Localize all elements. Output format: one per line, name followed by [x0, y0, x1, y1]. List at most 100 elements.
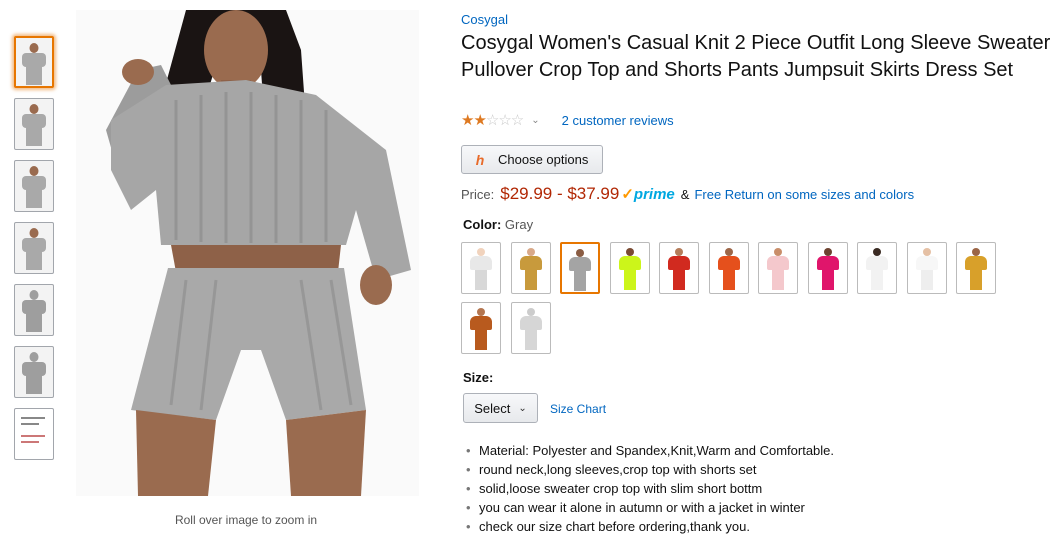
size-select-value: Select: [474, 400, 511, 416]
size-select[interactable]: Select ⌄: [463, 393, 538, 423]
swatch-figure-bottom: [475, 270, 487, 290]
ampersand: &: [680, 187, 690, 202]
feature-bullet: check our size chart before ordering,tha…: [466, 517, 1039, 535]
thumbnail-size-chart-doc[interactable]: [14, 408, 54, 460]
swatch-figure-head: [972, 248, 980, 256]
swatch-figure-top: [915, 256, 938, 270]
swatch-figure-top: [470, 256, 492, 270]
doc-line: [21, 423, 39, 425]
filled-stars: ★★: [461, 112, 487, 129]
swatch-figure-bottom: [623, 270, 636, 290]
swatch-figure-head: [625, 248, 634, 256]
color-swatch[interactable]: [906, 242, 947, 294]
color-label-text: Color:: [463, 217, 502, 232]
color-swatch[interactable]: [510, 302, 551, 354]
thumb-figure-head: [29, 166, 39, 176]
feature-bullet: solid,loose sweater crop top with slim s…: [466, 479, 1039, 498]
thumb-figure-bottom: [26, 314, 42, 332]
price-label: Price:: [461, 187, 495, 202]
doc-line: [21, 417, 45, 419]
thumb-figure-head: [29, 352, 39, 362]
color-swatch[interactable]: [560, 242, 600, 294]
honey-h-icon: h: [475, 151, 485, 168]
doc-line: [21, 441, 39, 443]
thumb-figure-bottom: [26, 67, 42, 85]
swatch-figure-top: [717, 256, 740, 270]
swatch-figure-bottom: [524, 270, 537, 290]
swatch-figure-top: [618, 256, 641, 270]
swatch-figure-head: [526, 308, 535, 316]
color-swatch[interactable]: [708, 242, 749, 294]
prime-text: prime: [633, 186, 675, 203]
color-swatch[interactable]: [659, 242, 699, 294]
thumb-figure-bottom: [26, 376, 42, 394]
star-rating-icon[interactable]: ★★☆☆☆: [461, 111, 524, 129]
thumbnail-model-full[interactable]: [14, 222, 54, 274]
swatch-figure-bottom: [772, 270, 784, 290]
swatch-figure-head: [873, 248, 881, 256]
color-swatch[interactable]: [956, 242, 996, 294]
price-value: $29.99 - $37.99: [500, 184, 620, 203]
thumbnail-flat-top[interactable]: [14, 284, 54, 336]
swatch-figure-top: [668, 256, 690, 270]
swatch-figure-bottom: [871, 270, 883, 290]
price-row: Price: $29.99 - $37.99 ✓prime & Free Ret…: [461, 184, 914, 206]
thumbnail-model-pose[interactable]: [14, 160, 54, 212]
main-product-image[interactable]: [76, 10, 419, 496]
swatch-figure-top: [470, 316, 492, 330]
prime-check-icon: ✓: [621, 186, 634, 203]
color-swatch[interactable]: [461, 302, 501, 354]
selected-color: Gray: [504, 217, 534, 232]
color-label: Color: Gray: [463, 217, 533, 232]
swatch-figure-head: [922, 248, 931, 256]
zoom-hint: Roll over image to zoom in: [174, 513, 318, 527]
color-swatch[interactable]: [857, 242, 897, 294]
product-title: Cosygal Women's Casual Knit 2 Piece Outf…: [461, 32, 1051, 81]
thumb-figure-top: [22, 300, 46, 314]
swatch-figure-bottom: [574, 271, 586, 291]
choose-options-label: Choose options: [498, 152, 589, 167]
swatch-figure-head: [477, 308, 485, 316]
swatch-figure-head: [477, 248, 485, 256]
swatch-figure-bottom: [821, 270, 834, 290]
model-illustration: [106, 10, 411, 496]
feature-bullet: Material: Polyester and Spandex,Knit,War…: [466, 441, 1039, 460]
swatch-figure-head: [774, 248, 782, 256]
thumb-figure-bottom: [26, 190, 42, 208]
customer-reviews-link[interactable]: 2 customer reviews: [562, 113, 674, 128]
rating-row: ★★☆☆☆ ⌄ 2 customer reviews: [461, 111, 674, 129]
thumbnail-model-side[interactable]: [14, 98, 54, 150]
swatch-figure-bottom: [920, 270, 933, 290]
swatch-figure-top: [816, 256, 839, 270]
choose-options-button[interactable]: h Choose options: [461, 145, 603, 174]
color-swatch[interactable]: [461, 242, 501, 294]
swatch-figure-head: [526, 248, 535, 256]
brand-link[interactable]: Cosygal: [461, 12, 508, 27]
swatch-figure-bottom: [722, 270, 735, 290]
chevron-down-icon[interactable]: ⌄: [531, 115, 539, 126]
color-swatch[interactable]: [807, 242, 848, 294]
empty-stars: ☆☆☆: [485, 112, 524, 129]
swatch-figure-bottom: [475, 330, 487, 350]
doc-line: [21, 435, 45, 437]
thumb-figure-bottom: [26, 252, 42, 270]
feature-bullets: Material: Polyester and Spandex,Knit,War…: [466, 441, 1039, 535]
color-swatch[interactable]: [609, 242, 650, 294]
size-chart-link[interactable]: Size Chart: [550, 402, 606, 416]
swatch-figure-head: [724, 248, 733, 256]
thumb-figure-top: [22, 53, 46, 67]
color-swatch[interactable]: [510, 242, 551, 294]
thumb-figure-head: [29, 104, 39, 114]
thumb-figure-head: [29, 228, 39, 238]
prime-badge: ✓prime: [621, 185, 674, 203]
swatch-figure-top: [866, 256, 888, 270]
color-swatch[interactable]: [758, 242, 798, 294]
size-label: Size:: [463, 370, 494, 385]
thumbnail-flat-set[interactable]: [14, 346, 54, 398]
feature-bullet: round neck,long sleeves,crop top with sh…: [466, 460, 1039, 479]
feature-bullet: you can wear it alone in autumn or with …: [466, 498, 1039, 517]
thumb-figure-top: [22, 238, 46, 252]
swatch-figure-head: [576, 249, 584, 257]
free-return-link[interactable]: Free Return on some sizes and colors: [694, 187, 914, 202]
thumbnail-model-front[interactable]: [14, 36, 54, 88]
